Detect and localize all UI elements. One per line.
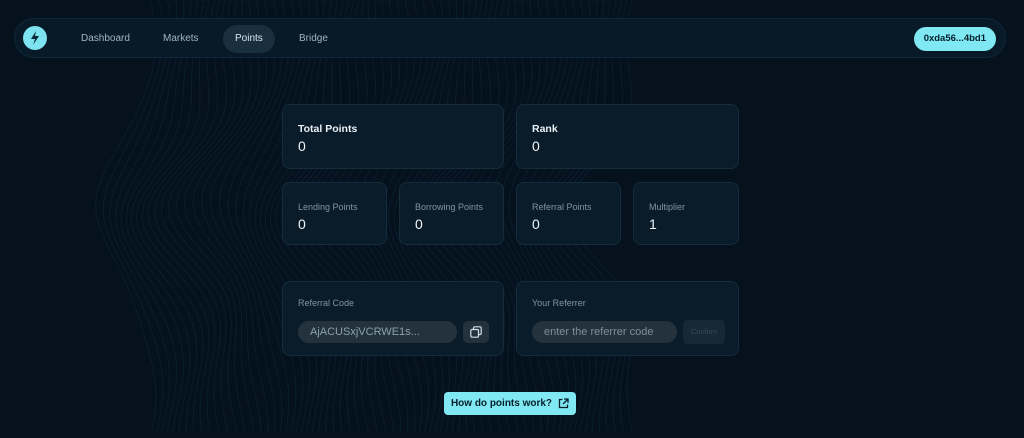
borrowing-points-value: 0 (415, 216, 423, 232)
how-points-work-button[interactable]: How do points work? (444, 392, 576, 415)
top-navbar: Dashboard Markets Points Bridge 0xda56..… (14, 18, 1006, 58)
total-points-card: Total Points 0 (282, 104, 504, 169)
referral-points-label: Referral Points (532, 202, 592, 212)
borrowing-points-card: Borrowing Points 0 (399, 182, 504, 245)
referrer-label: Your Referrer (532, 298, 586, 308)
referral-code-field[interactable]: AjACUSxjVCRWE1s... (298, 321, 457, 343)
confirm-button[interactable]: Confirm (683, 320, 725, 344)
copy-icon[interactable] (463, 321, 489, 343)
total-points-label: Total Points (298, 123, 358, 135)
how-points-work-label: How do points work? (450, 398, 553, 409)
referral-code-label: Referral Code (298, 298, 355, 308)
referrer-code-input[interactable]: enter the referrer code (532, 321, 677, 343)
rank-label: Rank (532, 123, 558, 135)
referrer-card: Your Referrer enter the referrer code Co… (516, 281, 739, 356)
multiplier-card: Multiplier 1 (633, 182, 739, 245)
lending-points-label: Lending Points (298, 202, 358, 212)
lending-points-card: Lending Points 0 (282, 182, 387, 245)
borrowing-points-label: Borrowing Points (415, 202, 484, 212)
external-link-icon (558, 398, 569, 409)
referral-points-value: 0 (532, 216, 540, 232)
nav-points[interactable]: Points (223, 25, 275, 53)
lending-points-value: 0 (298, 216, 306, 232)
referral-points-card: Referral Points 0 (516, 182, 621, 245)
total-points-value: 0 (298, 138, 306, 154)
nav-bridge[interactable]: Bridge (287, 25, 340, 53)
nav-markets[interactable]: Markets (151, 25, 211, 53)
multiplier-value: 1 (649, 216, 657, 232)
bolt-logo-icon[interactable] (23, 26, 47, 50)
rank-value: 0 (532, 138, 540, 154)
multiplier-label: Multiplier (649, 202, 686, 212)
background-contour-lines (95, 0, 634, 433)
wallet-address-button[interactable]: 0xda56...4bd1 (913, 27, 996, 51)
nav-dashboard[interactable]: Dashboard (69, 25, 142, 53)
rank-card: Rank 0 (516, 104, 739, 169)
referral-code-card: Referral Code AjACUSxjVCRWE1s... (282, 281, 504, 356)
